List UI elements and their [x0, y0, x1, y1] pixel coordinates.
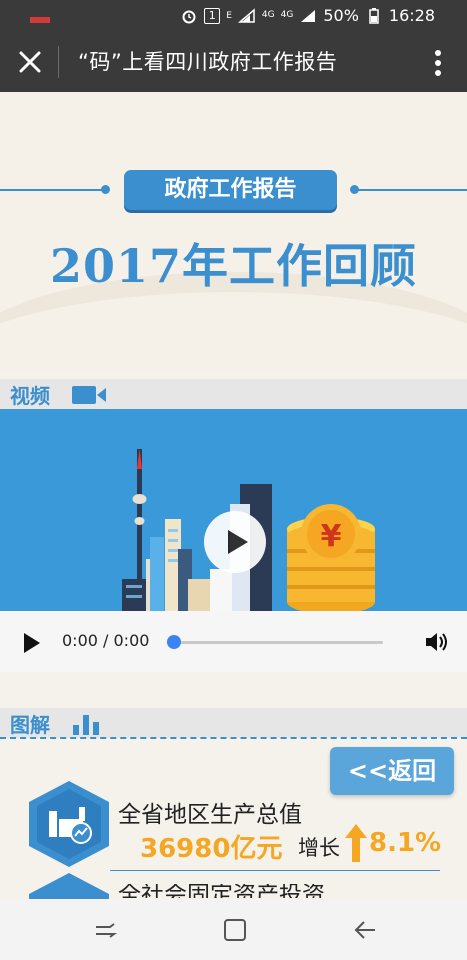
carrier-logo-icon [30, 10, 50, 23]
stat-divider [110, 870, 440, 871]
video-time: 0:00 / 0:00 [62, 631, 150, 650]
infographic-section-header: 图解 [0, 708, 467, 738]
report-banner: 政府工作报告 2017年工作回顾 [0, 92, 467, 372]
battery-icon [365, 7, 383, 24]
gdp-factory-icon [29, 781, 109, 867]
network-4g-label: 4G [261, 10, 275, 20]
yen-symbol: ¥ [321, 519, 342, 554]
video-seek-bar[interactable] [178, 641, 383, 644]
gdp-growth-value: 8.1% [369, 828, 442, 858]
banner-line-left [0, 189, 105, 191]
section-spacer [0, 672, 467, 709]
bar-chart-icon [72, 713, 104, 739]
clock: 16:28 [388, 6, 435, 25]
system-nav-bar [0, 899, 467, 960]
gdp-growth-label: 增长 [298, 836, 340, 860]
network-4g-label-2: 4G [280, 10, 294, 20]
banner-headline: 2017年工作回顾 [49, 239, 418, 293]
back-icon[interactable] [352, 917, 378, 943]
city-coins-illustration: ¥ [122, 449, 375, 611]
banner-dot-left [101, 185, 110, 194]
banner-dot-right [350, 185, 359, 194]
recent-apps-icon[interactable] [92, 917, 118, 943]
signal-icon-2 [299, 8, 317, 24]
infographic-section-label: 图解 [10, 713, 50, 737]
status-bar: 1 E 4G 4G 50% 16:28 [0, 0, 467, 32]
video-controls: 0:00 / 0:00 [0, 611, 467, 672]
signal-icon [237, 7, 256, 24]
up-arrow-icon [345, 824, 367, 862]
alarm-icon [180, 8, 198, 24]
page-title: “码”上看四川政府工作报告 [78, 50, 338, 74]
more-options-icon[interactable] [435, 50, 441, 76]
network-type-label: E [226, 10, 232, 21]
close-icon[interactable] [16, 48, 44, 76]
banner-line-right [354, 189, 467, 191]
gdp-title: 全省地区生产总值 [118, 802, 302, 828]
app-bar-divider [58, 46, 59, 78]
investment-title: 全社会固定资产投资 [118, 884, 325, 898]
video-player[interactable]: ¥ [0, 409, 467, 611]
volume-icon[interactable] [424, 630, 450, 654]
back-button[interactable]: <<返回 [330, 747, 454, 795]
status-icons: 1 E 4G 4G 50% 16:28 [180, 6, 435, 25]
play-icon[interactable] [24, 633, 40, 653]
video-play-overlay-button[interactable] [204, 511, 266, 573]
battery-percent: 50% [323, 6, 359, 25]
video-section-label: 视频 [10, 384, 50, 408]
video-camera-icon [72, 385, 106, 409]
app-bar: “码”上看四川政府工作报告 [0, 32, 467, 92]
gdp-value: 36980亿元 [140, 834, 283, 864]
coin-stack-icon: ¥ [287, 504, 375, 611]
video-seek-handle[interactable] [167, 635, 181, 649]
report-badge: 政府工作报告 [124, 170, 337, 210]
sim-badge: 1 [204, 7, 221, 24]
home-icon[interactable] [222, 917, 248, 943]
video-section-header: 视频 [0, 379, 467, 409]
